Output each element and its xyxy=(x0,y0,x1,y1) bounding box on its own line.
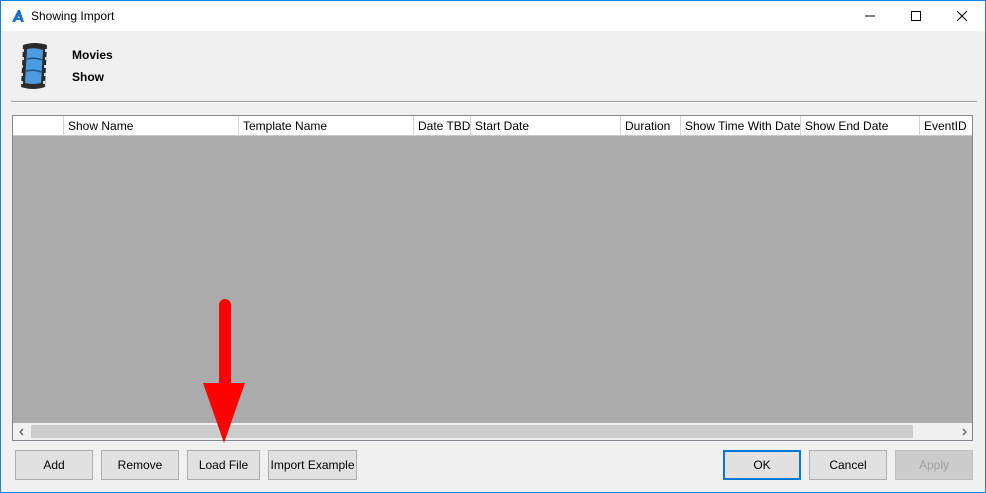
annotation-arrow-icon xyxy=(203,299,245,443)
window-title: Showing Import xyxy=(31,9,115,23)
maximize-icon xyxy=(911,11,921,21)
header-title: Movies xyxy=(72,48,113,62)
column-header-date-tbd[interactable]: Date TBD xyxy=(414,116,471,136)
column-header-duration[interactable]: Duration xyxy=(621,116,681,136)
remove-button[interactable]: Remove xyxy=(101,450,179,480)
title-bar[interactable]: Showing Import xyxy=(1,1,985,31)
grid-header-row: Show Name Template Name Date TBD Start D… xyxy=(13,116,972,136)
minimize-icon xyxy=(865,15,875,17)
showing-import-window: Showing Import Movies Show Show Name Tem… xyxy=(0,0,986,493)
column-header-show-name[interactable]: Show Name xyxy=(64,116,239,136)
scroll-left-button[interactable] xyxy=(13,423,30,440)
close-icon xyxy=(957,11,967,21)
header-subtitle: Show xyxy=(72,70,104,84)
apply-button[interactable]: Apply xyxy=(895,450,973,480)
column-header-show-end-date[interactable]: Show End Date xyxy=(801,116,920,136)
chevron-right-icon xyxy=(962,428,967,435)
scrollbar-thumb[interactable] xyxy=(31,425,913,438)
film-strip-icon xyxy=(21,43,47,89)
app-logo-icon xyxy=(12,10,24,22)
column-header-event-id[interactable]: EventID xyxy=(920,116,972,136)
header-separator xyxy=(11,101,977,103)
load-file-button[interactable]: Load File xyxy=(187,450,260,480)
minimize-button[interactable] xyxy=(847,1,893,31)
shows-grid[interactable]: Show Name Template Name Date TBD Start D… xyxy=(12,115,973,441)
cancel-button[interactable]: Cancel xyxy=(809,450,887,480)
scroll-right-button[interactable] xyxy=(955,423,972,440)
close-button[interactable] xyxy=(939,1,985,31)
ok-button[interactable]: OK xyxy=(723,450,801,480)
add-button[interactable]: Add xyxy=(15,450,93,480)
chevron-left-icon xyxy=(18,428,23,435)
column-header-show-time-with-date[interactable]: Show Time With Date xyxy=(681,116,801,136)
import-example-button[interactable]: Import Example xyxy=(268,450,357,480)
maximize-button[interactable] xyxy=(893,1,939,31)
column-header-row-selector[interactable] xyxy=(13,116,64,136)
column-header-start-date[interactable]: Start Date xyxy=(471,116,621,136)
column-header-template-name[interactable]: Template Name xyxy=(239,116,414,136)
horizontal-scrollbar[interactable] xyxy=(13,423,972,440)
